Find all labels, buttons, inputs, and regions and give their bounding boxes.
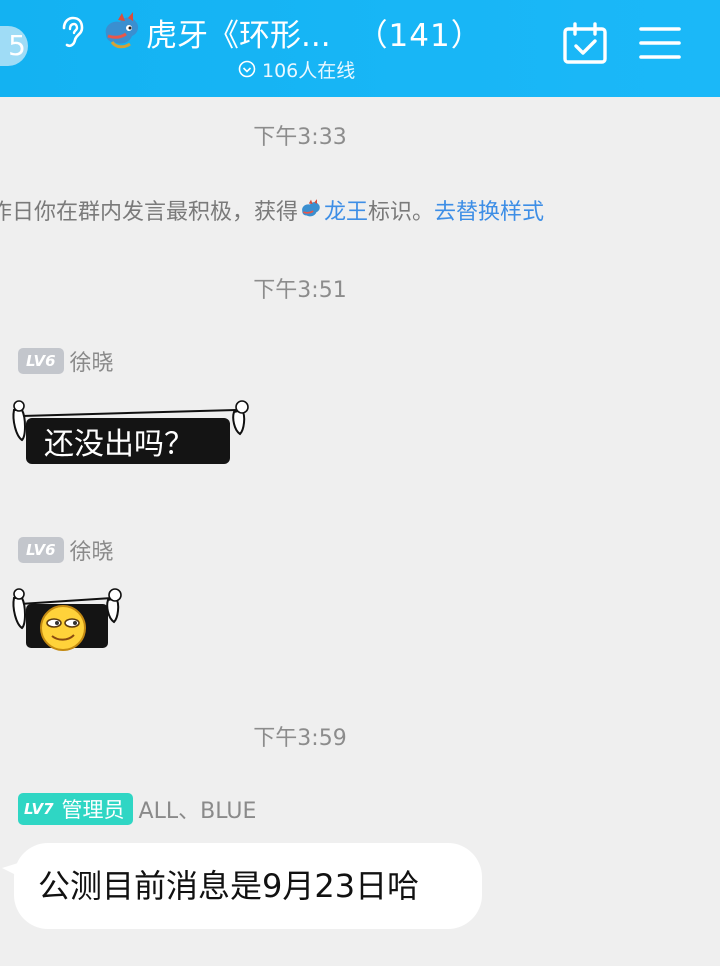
system-message-text-2: 标识。	[368, 200, 435, 225]
system-message-text: 作日你在群内发言最积极，获得	[0, 200, 299, 225]
message-bubble[interactable]: 公测目前消息是9月23日哈	[14, 843, 482, 929]
replace-style-link[interactable]: 去替换样式	[434, 194, 544, 226]
chat-header: 5 虎牙《环形... （141） 106人在线	[0, 0, 720, 97]
level-badge: LV6	[18, 537, 64, 563]
timestamp: 下午3:33	[253, 125, 347, 150]
sender-name: ALL、BLUE	[138, 799, 257, 824]
chat-title: 虎牙《环形...	[146, 17, 331, 54]
admin-badge: LV7 管理员	[18, 793, 133, 825]
online-status[interactable]: 106人在线	[238, 56, 355, 82]
back-unread-badge[interactable]: 5	[0, 26, 28, 66]
online-count: 106人在线	[262, 59, 356, 82]
smirk-emoji-sticker[interactable]	[8, 584, 126, 654]
online-check-icon	[238, 60, 256, 78]
timestamp: 下午3:59	[253, 726, 347, 751]
level-badge: LV7	[24, 800, 54, 818]
sender-name: 徐晓	[69, 351, 114, 376]
dragon-icon	[105, 12, 139, 49]
message-sender[interactable]: LV6 徐晓	[18, 535, 114, 565]
calendar-check-icon[interactable]	[562, 22, 608, 64]
message-sender[interactable]: LV6 徐晓	[18, 346, 114, 376]
menu-icon[interactable]	[639, 26, 681, 60]
level-badge: LV6	[18, 348, 64, 374]
message-sender[interactable]: LV7 管理员 ALL、BLUE	[18, 792, 256, 826]
role-label: 管理员	[61, 798, 125, 822]
message-text: 公测目前消息是9月23日哈	[38, 867, 420, 905]
chat-title-row[interactable]: 虎牙《环形... （141）	[100, 8, 490, 56]
system-message: 作日你在群内发言最积极，获得 龙王 标识。 去替换样式	[0, 194, 720, 226]
ear-icon[interactable]	[56, 16, 86, 48]
sticker-text: 还没出吗？	[44, 427, 194, 462]
timestamp: 下午3:51	[253, 278, 347, 303]
dragon-king-title: 龙王	[324, 200, 369, 225]
sender-name: 徐晓	[69, 540, 114, 565]
sticker-still-not-out[interactable]: 还没出吗？	[8, 396, 252, 472]
dragon-king-icon	[302, 199, 320, 217]
member-count: （141）	[356, 17, 483, 54]
